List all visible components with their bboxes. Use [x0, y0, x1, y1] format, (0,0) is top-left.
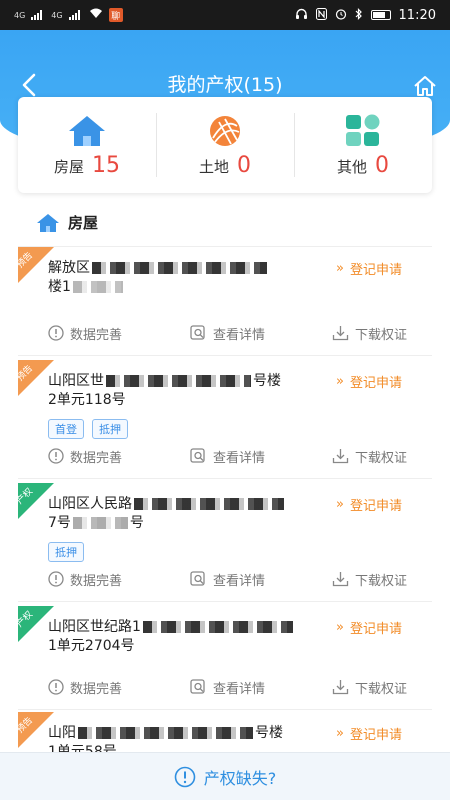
- summary-label: 其他: [336, 157, 367, 176]
- data-complete-button[interactable]: 数据完善: [48, 570, 122, 589]
- info-circle-icon: [48, 679, 64, 695]
- download-certificate-button[interactable]: 下载权证: [332, 324, 407, 343]
- clock: 11:20: [398, 7, 436, 23]
- info-circle-icon: [174, 766, 196, 787]
- chevron-left-icon: [22, 73, 36, 97]
- signal-icon: [31, 10, 45, 20]
- tag-mortgage: 抵押: [92, 419, 128, 439]
- signal-label-1: 4G: [14, 10, 26, 20]
- summary-count: 15: [92, 152, 120, 178]
- register-apply-button[interactable]: » 登记申请: [336, 618, 402, 637]
- summary-house[interactable]: 房屋 15: [18, 97, 156, 193]
- register-apply-button[interactable]: » 登记申请: [336, 724, 402, 743]
- status-bar: 4G 4G 聊 11:20: [0, 0, 450, 30]
- search-detail-icon: [190, 679, 205, 694]
- item-actions: 数据完善 查看详情 下载权证: [18, 673, 432, 701]
- property-summary-card: 房屋 15 土地 0 其他 0: [18, 97, 432, 193]
- double-chevron-icon: »: [336, 726, 344, 741]
- redacted-text: [72, 281, 123, 293]
- summary-label: 土地: [198, 157, 229, 176]
- list-item[interactable]: 产权 山阳区人民路 7号号 » 登记申请 抵押 数据完善 查看详情 下载权证: [18, 483, 432, 602]
- battery-icon: [370, 10, 391, 20]
- register-apply-button[interactable]: » 登记申请: [336, 259, 402, 278]
- redacted-text: [92, 262, 267, 274]
- data-complete-button[interactable]: 数据完善: [48, 678, 122, 697]
- summary-count: 0: [237, 152, 251, 178]
- property-missing-label: 产权缺失?: [203, 768, 277, 788]
- redacted-text: [134, 498, 284, 510]
- property-address: 山阳区人民路 7号号: [48, 495, 318, 533]
- divider: [18, 709, 432, 710]
- info-circle-icon: [48, 325, 64, 341]
- wifi-icon: [89, 8, 103, 22]
- register-apply-button[interactable]: » 登记申请: [336, 372, 402, 391]
- download-icon: [332, 680, 349, 695]
- search-detail-icon: [190, 325, 205, 340]
- divider: [18, 478, 432, 479]
- headset-icon: [295, 8, 308, 23]
- tag-first-registration: 首登: [48, 419, 84, 439]
- summary-land[interactable]: 土地 0: [156, 97, 294, 193]
- signal-label-2: 4G: [51, 10, 63, 20]
- download-icon: [332, 449, 349, 464]
- list-item[interactable]: 产权 山阳区世纪路1 1单元2704号 » 登记申请 数据完善 查看详情 下载权证: [18, 606, 432, 710]
- item-actions: 数据完善 查看详情 下载权证: [18, 565, 432, 593]
- back-button[interactable]: [14, 70, 44, 100]
- view-detail-button[interactable]: 查看详情: [190, 570, 265, 589]
- tag-group: 首登 抵押: [48, 419, 128, 439]
- download-certificate-button[interactable]: 下载权证: [332, 570, 407, 589]
- item-actions: 数据完善 查看详情 下载权证: [18, 442, 432, 470]
- home-icon: [414, 76, 436, 96]
- land-icon: [203, 113, 247, 149]
- double-chevron-icon: »: [336, 261, 344, 276]
- alarm-icon: [335, 8, 347, 23]
- bluetooth-icon: [355, 7, 363, 23]
- list-item[interactable]: 预告 解放区 楼1 » 登记申请 数据完善 查看详情 下载权证: [18, 247, 432, 356]
- redacted-text: [72, 517, 128, 529]
- divider: [18, 601, 432, 602]
- data-complete-button[interactable]: 数据完善: [48, 324, 122, 343]
- data-complete-button[interactable]: 数据完善: [48, 447, 122, 466]
- summary-other[interactable]: 其他 0: [294, 97, 432, 193]
- view-detail-button[interactable]: 查看详情: [190, 678, 265, 697]
- search-detail-icon: [190, 571, 205, 586]
- property-missing-button[interactable]: 产权缺失?: [0, 752, 450, 800]
- info-circle-icon: [48, 448, 64, 464]
- signal-icon: [68, 10, 83, 20]
- list-item[interactable]: 预告 山阳区世 号楼 2单元118号 » 登记申请 首登 抵押 数据完善 查看详情 …: [18, 360, 432, 479]
- redacted-text: [142, 621, 293, 633]
- house-icon: [65, 113, 109, 149]
- tag-group: 抵押: [48, 542, 84, 562]
- info-circle-icon: [48, 571, 64, 587]
- view-detail-button[interactable]: 查看详情: [190, 447, 265, 466]
- section-title: 房屋: [68, 214, 99, 232]
- property-address: 山阳区世 号楼 2单元118号: [48, 373, 281, 408]
- page-title: 我的产权(15): [167, 74, 283, 96]
- download-icon: [332, 326, 349, 341]
- download-icon: [332, 572, 349, 587]
- redacted-text: [106, 375, 251, 387]
- summary-count: 0: [375, 152, 389, 178]
- double-chevron-icon: »: [336, 620, 344, 635]
- property-address: 山阳区世纪路1 1单元2704号: [48, 618, 318, 656]
- property-address: 解放区 楼1: [48, 259, 318, 297]
- tag-mortgage: 抵押: [48, 542, 84, 562]
- redacted-text: [78, 727, 253, 739]
- app-notification-icon: 聊: [108, 8, 123, 22]
- view-detail-button[interactable]: 查看详情: [190, 324, 265, 343]
- section-header-house: 房屋: [36, 212, 98, 233]
- double-chevron-icon: »: [336, 497, 344, 512]
- double-chevron-icon: »: [336, 374, 344, 389]
- summary-label: 房屋: [53, 157, 84, 176]
- register-apply-button[interactable]: » 登记申请: [336, 495, 402, 514]
- divider: [18, 355, 432, 356]
- search-detail-icon: [190, 448, 205, 463]
- download-certificate-button[interactable]: 下载权证: [332, 447, 407, 466]
- download-certificate-button[interactable]: 下载权证: [332, 678, 407, 697]
- item-actions: 数据完善 查看详情 下载权证: [18, 319, 432, 347]
- nfc-icon: [315, 7, 327, 23]
- house-icon: [37, 213, 59, 232]
- grid-icon: [341, 113, 385, 149]
